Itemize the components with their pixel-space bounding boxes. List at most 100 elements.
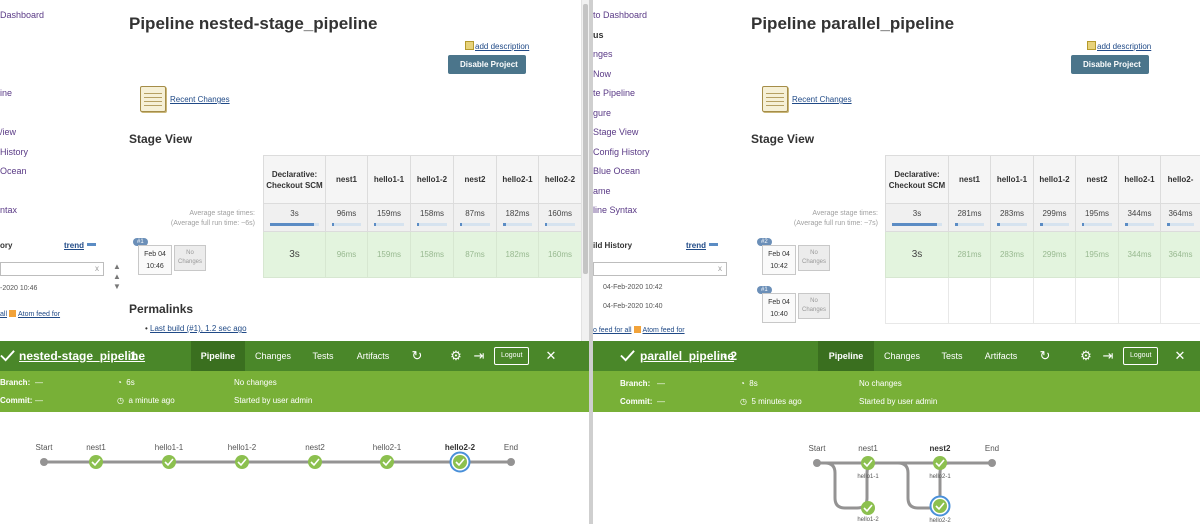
- stage-node-hello2-2-selected[interactable]: [449, 451, 471, 473]
- started-by-text: Started by user admin: [859, 397, 938, 406]
- stage-cell[interactable]: 195ms: [1075, 231, 1119, 278]
- add-description-link[interactable]: add description: [465, 41, 529, 51]
- build-date: Feb 04 10:40: [762, 293, 796, 323]
- stage-cell[interactable]: 96ms: [325, 231, 368, 278]
- search-clear-icon[interactable]: x: [95, 264, 99, 273]
- stage-node-hello1-1[interactable]: [162, 455, 176, 469]
- sidebar-link-pipeline[interactable]: ine: [0, 88, 12, 98]
- feed-links[interactable]: all Atom feed for: [0, 310, 60, 318]
- stage-node-hello1-1[interactable]: [861, 456, 875, 470]
- search-clear-icon[interactable]: x: [718, 264, 722, 273]
- sidebar-link-configure[interactable]: gure: [593, 108, 611, 118]
- stage-cell[interactable]: 344ms: [1118, 231, 1161, 278]
- sidebar-link-pipeline-syntax[interactable]: line Syntax: [593, 205, 637, 215]
- stage-cell[interactable]: 160ms: [538, 231, 582, 278]
- sidebar-link-status[interactable]: us: [593, 30, 604, 40]
- sidebar-link-dashboard[interactable]: to Dashboard: [593, 10, 647, 20]
- graph-node-label: hello1-2: [228, 443, 257, 452]
- disable-project-button[interactable]: Disable Project: [1071, 55, 1149, 74]
- average-stage-time: 364ms: [1160, 203, 1200, 232]
- stage-node-nest1[interactable]: [89, 455, 103, 469]
- trend-link[interactable]: trend: [64, 241, 96, 250]
- sidebar-link-dashboard[interactable]: Dashboard: [0, 10, 44, 20]
- build-history-item[interactable]: 04-Feb-2020 10:42: [603, 284, 663, 291]
- stage-cell[interactable]: 281ms: [948, 231, 991, 278]
- stage-cell[interactable]: 3s: [885, 231, 949, 278]
- sidebar-link-stage-view[interactable]: Stage View: [593, 127, 638, 137]
- sidebar-link-config-history[interactable]: Config History: [593, 147, 650, 157]
- add-description-link[interactable]: add description: [1087, 41, 1151, 51]
- sidebar-link-build-now[interactable]: Now: [593, 69, 611, 79]
- stage-node-hello2-1[interactable]: [380, 455, 394, 469]
- exit-icon[interactable]: ⇥: [1100, 348, 1116, 364]
- rerun-icon[interactable]: ↻: [1037, 348, 1053, 364]
- exit-icon[interactable]: ⇥: [471, 348, 487, 364]
- stage-cell[interactable]: 158ms: [410, 231, 454, 278]
- sidebar-link-config-history[interactable]: History: [0, 147, 28, 157]
- scrollbar[interactable]: [581, 0, 589, 341]
- stage-node-hello2-2-selected[interactable]: [929, 495, 951, 517]
- sidebar-link-changes[interactable]: nges: [593, 49, 613, 59]
- build-history-search[interactable]: x: [593, 262, 727, 276]
- no-changes-badge: No Changes: [174, 245, 206, 271]
- disable-project-button[interactable]: Disable Project: [448, 55, 526, 74]
- stage-cell[interactable]: 299ms: [1033, 231, 1076, 278]
- stage-cell[interactable]: 283ms: [990, 231, 1034, 278]
- feed-links[interactable]: o feed for all Atom feed for: [593, 326, 685, 334]
- tab-tests[interactable]: Tests: [933, 341, 971, 371]
- sidebar-link-blue-ocean[interactable]: Ocean: [0, 166, 27, 176]
- sidebar-link-pipeline-syntax[interactable]: ntax: [0, 205, 17, 215]
- trend-link[interactable]: trend: [686, 241, 718, 250]
- chevron-left-icon[interactable]: ‹: [723, 349, 727, 363]
- logout-button[interactable]: Logout: [1123, 347, 1159, 365]
- average-time-bar: [1125, 223, 1154, 226]
- stage-cell[interactable]: 87ms: [453, 231, 497, 278]
- stage-node-hello1-2[interactable]: [861, 501, 875, 515]
- tab-pipeline[interactable]: Pipeline: [818, 341, 874, 371]
- stage-node-hello1-2[interactable]: [235, 455, 249, 469]
- stage-node-hello2-1[interactable]: [933, 456, 947, 470]
- stage-cell[interactable]: 364ms: [1160, 231, 1200, 278]
- recent-changes-link[interactable]: Recent Changes: [170, 95, 230, 104]
- permalink-item[interactable]: • Last build (#1), 1.2 sec ago: [145, 324, 247, 333]
- edit-icon: [465, 41, 474, 50]
- scrollbar-thumb[interactable]: [583, 4, 588, 274]
- tab-artifacts[interactable]: Artifacts: [978, 341, 1024, 371]
- recent-changes-link[interactable]: Recent Changes: [792, 95, 852, 104]
- gear-icon[interactable]: ⚙: [448, 348, 464, 364]
- stage-cell: [990, 277, 1034, 324]
- tab-artifacts[interactable]: Artifacts: [350, 341, 396, 371]
- close-icon[interactable]: ✕: [1172, 348, 1188, 364]
- stage-cell[interactable]: 159ms: [367, 231, 411, 278]
- logout-button[interactable]: Logout: [494, 347, 530, 365]
- rerun-icon[interactable]: ↻: [409, 348, 425, 364]
- pipeline-name-link[interactable]: parallel_pipeline: [640, 349, 734, 363]
- tab-tests[interactable]: Tests: [305, 341, 341, 371]
- graph-subnode-label: hello1-2: [857, 517, 879, 523]
- scroll-arrows[interactable]: ▲ ▲ ▼: [113, 262, 121, 292]
- sidebar-link-rename[interactable]: ame: [593, 186, 611, 196]
- stage-header: nest1: [948, 155, 991, 204]
- left-window: Dashboard ine /iew History Ocean ntax or…: [0, 0, 589, 524]
- stage-cell[interactable]: 182ms: [496, 231, 539, 278]
- clock-icon: ◔: [740, 379, 745, 388]
- stage-node-nest2[interactable]: [308, 455, 322, 469]
- graph-start-node: [40, 458, 48, 466]
- stage-header-row: Declarative: Checkout SCM nest1 hello1-1 he…: [885, 155, 1200, 204]
- gear-icon[interactable]: ⚙: [1078, 348, 1094, 364]
- sidebar-link-blue-ocean[interactable]: Blue Ocean: [593, 166, 640, 176]
- build-history-item[interactable]: -2020 10:46: [0, 285, 37, 292]
- sidebar-link-stage-view[interactable]: /iew: [0, 127, 16, 137]
- pipeline-name-link[interactable]: nested-stage_pipeline: [19, 349, 145, 363]
- tab-changes[interactable]: Changes: [878, 341, 926, 371]
- stage-cell[interactable]: 3s: [263, 231, 326, 278]
- sidebar-link-delete-pipeline[interactable]: te Pipeline: [593, 88, 635, 98]
- tab-pipeline[interactable]: Pipeline: [191, 341, 245, 371]
- close-icon[interactable]: ✕: [543, 348, 559, 364]
- build-history-search[interactable]: x: [0, 262, 104, 276]
- stage-view-title: Stage View: [129, 132, 193, 146]
- average-stage-time: 195ms: [1075, 203, 1119, 232]
- build-history-item[interactable]: 04-Feb-2020 10:40: [603, 303, 663, 310]
- stage-header: Declarative: Checkout SCM: [263, 155, 326, 204]
- tab-changes[interactable]: Changes: [250, 341, 296, 371]
